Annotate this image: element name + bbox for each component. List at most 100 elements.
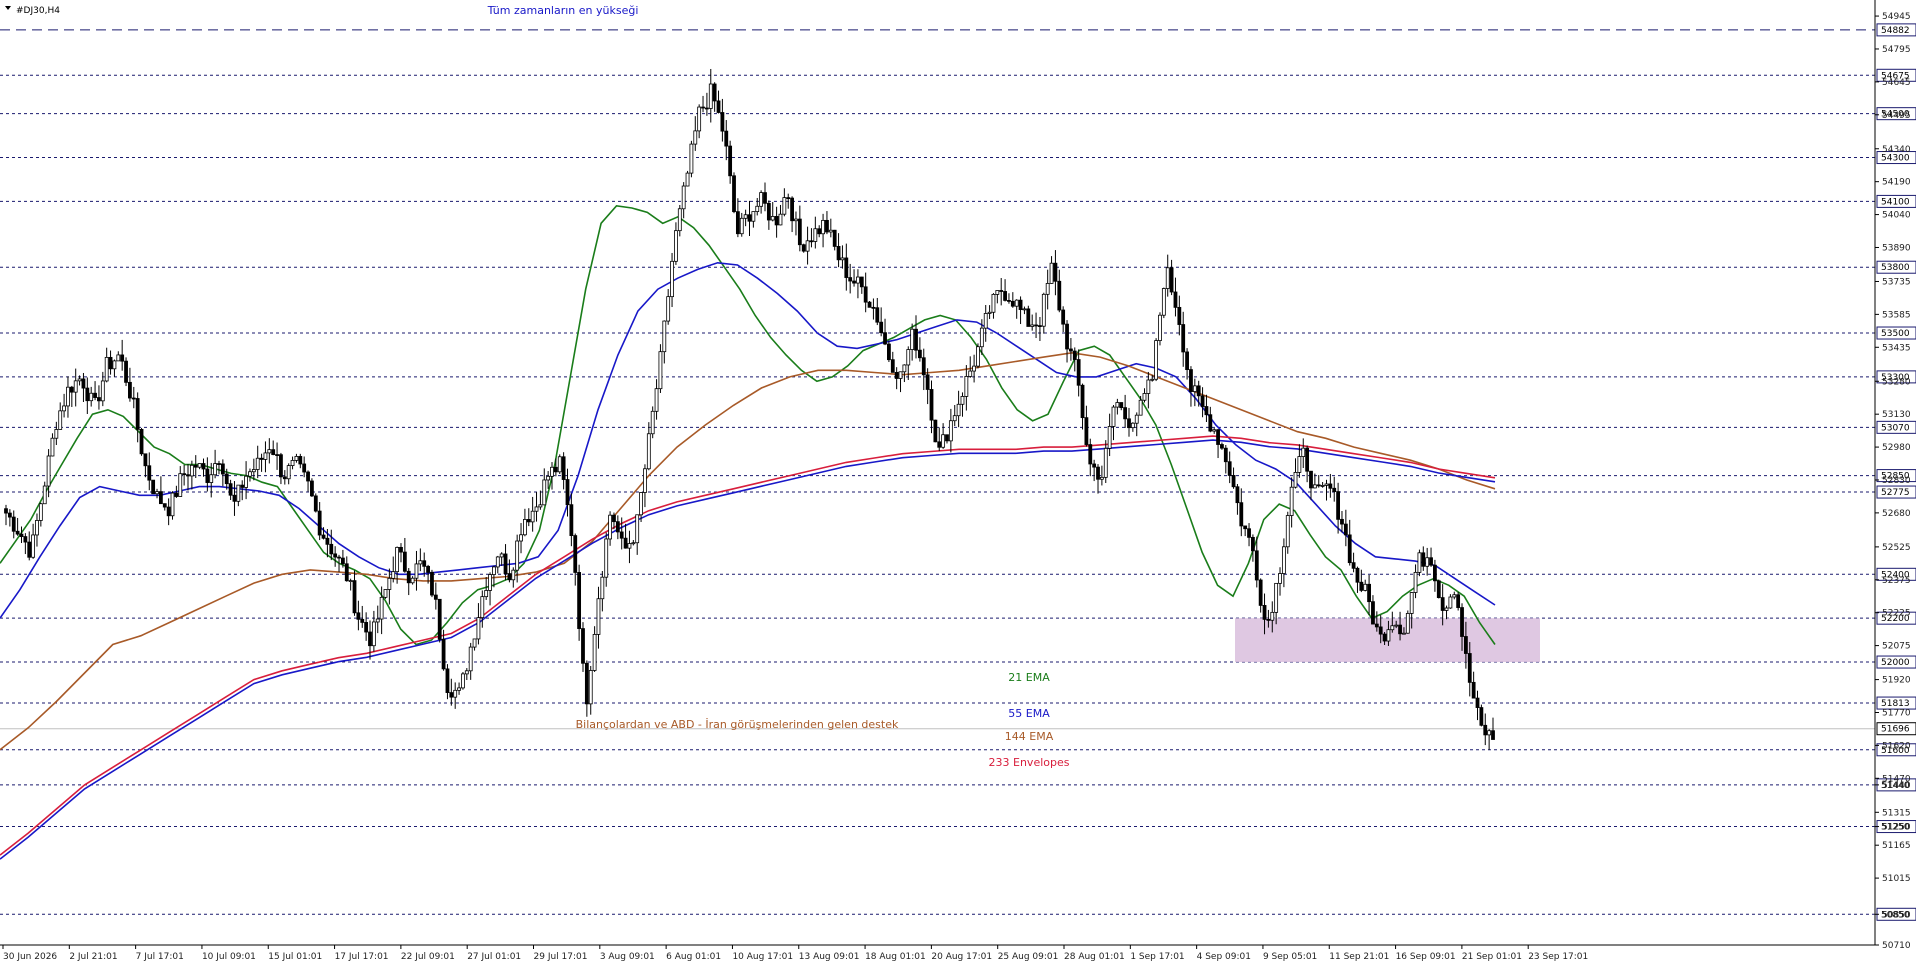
candle-body [1367,583,1371,603]
chart-canvas[interactable]: 5488254675545005430054100538005350053300… [0,0,1916,963]
candle-body [546,475,551,481]
symbol-header[interactable]: #DJ30,H4 [5,6,60,16]
candle-body [484,590,489,598]
candle-body [573,535,578,573]
x-tick-label: 20 Aug 17:01 [931,952,992,962]
y-tick-label: 51470 [1882,774,1911,784]
candle-body [402,551,407,572]
candle-body [73,380,78,393]
y-tick-label: 52525 [1882,543,1911,553]
x-tick-label: 25 Aug 09:01 [998,952,1059,962]
candle-body [952,415,957,422]
candle-body [778,213,783,226]
candle-body [763,192,767,204]
x-tick-label: 9 Sep 05:01 [1263,952,1317,962]
candle-body [1189,369,1193,392]
candle-body [143,453,148,467]
candle-body [1115,402,1120,408]
y-tick-label: 52680 [1882,509,1911,519]
candle-body [646,433,651,470]
candle-body [561,456,566,480]
candle-body [1301,447,1306,457]
candle-body [244,475,248,488]
candle-body [797,218,802,246]
candle-body [639,492,643,516]
candle-body [890,359,895,373]
candle-body [828,229,833,233]
candle-body [759,192,764,207]
level-price-box: 53800 [1876,260,1916,274]
candle-body [875,307,880,323]
candle-body [774,216,779,226]
candle-body [1150,378,1155,381]
candle-body [844,257,849,278]
candle-body [267,449,272,454]
candle-body [1402,632,1406,635]
x-tick-label: 2 Jul 21:01 [69,952,117,962]
candle-body [550,466,554,477]
candle-body [1355,567,1360,583]
candle-body [441,638,446,670]
candle-body [863,286,868,303]
candle-body [933,419,938,443]
candle-body [1421,552,1426,567]
candle-body [557,456,562,473]
candle-body [453,689,458,698]
candle-body [186,474,190,477]
candle-body [538,504,543,508]
triangle-down-icon[interactable] [5,6,11,10]
indicator-lines [0,204,1496,860]
candle-body [724,130,729,147]
candle-body [732,175,736,213]
candle-body [852,280,856,284]
candle-body [155,491,159,495]
candle-body [213,463,218,476]
candle-body [832,229,837,247]
candle-body [178,473,183,497]
candle-body [604,538,609,578]
y-tick-label: 51250 [1882,823,1911,833]
candle-body [979,327,984,348]
candle-body [1316,484,1321,487]
candle-body [128,381,132,399]
candle-body [279,454,283,478]
y-tick-label: 53890 [1882,243,1911,253]
candle-body [1130,422,1135,429]
candle-body [701,106,705,109]
candle-body [1440,597,1445,611]
candle-body [650,410,655,435]
candle-body [1285,515,1290,548]
candle-body [329,543,334,555]
candle-body [584,662,589,705]
candle-body [19,533,24,537]
x-tick-label: 30 Jun 2026 [3,952,57,962]
candle-body [716,100,721,113]
candle-body [1111,406,1116,427]
candle-body [306,471,310,482]
x-tick-label: 7 Jul 17:01 [136,952,184,962]
candle-body [50,437,55,457]
candle-body [991,293,996,313]
candle-body [1467,653,1472,683]
time-axis[interactable]: 30 Jun 2026 2 Jul 21:01 7 Jul 17:01 10 Jul … [0,944,1875,962]
x-tick-label: 13 Aug 09:01 [799,952,860,962]
candle-body [848,277,853,282]
candle-body [1436,580,1441,599]
candle-body [1444,607,1449,611]
candle-body [1235,486,1240,504]
candle-body [658,351,663,390]
candle-body [240,484,245,488]
x-tick-label: 16 Sep 09:01 [1396,952,1456,962]
candle-body [1192,385,1197,392]
candle-body [499,553,504,558]
candle-body [66,386,70,407]
candle-body [1433,564,1437,582]
candle-body [1456,594,1461,608]
candle-body [220,463,225,475]
candle-body [976,346,980,367]
candle-body [1487,730,1492,736]
candle-body [170,492,175,517]
candle-body [1293,472,1298,488]
candle-body [1340,518,1344,525]
candle-body [534,506,539,512]
